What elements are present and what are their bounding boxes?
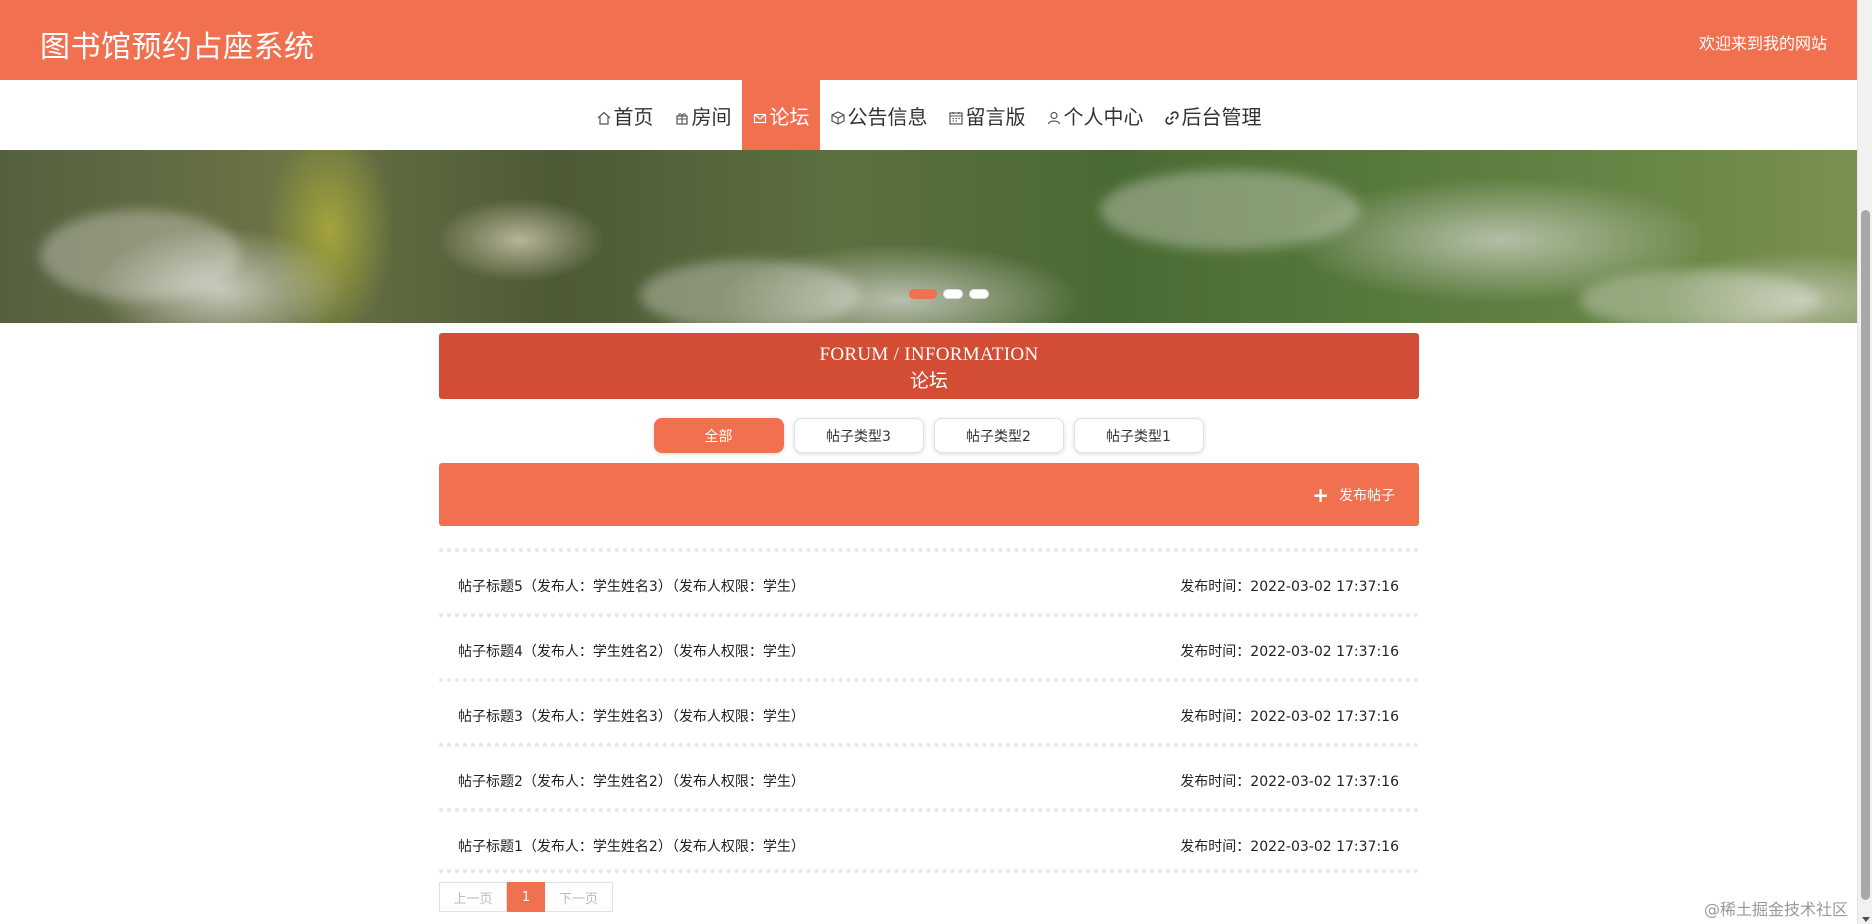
- link-icon: [1164, 107, 1180, 125]
- post-time: 发布时间：2022-03-02 17:37:16: [1180, 644, 1399, 660]
- post-time: 发布时间：2022-03-02 17:37:16: [1180, 579, 1399, 595]
- nav-item-admin[interactable]: 后台管理: [1154, 80, 1272, 150]
- nav-item-forum[interactable]: 论坛: [741, 80, 820, 150]
- nav-item-rooms[interactable]: 房间: [664, 80, 742, 150]
- publish-post-button[interactable]: + 发布帖子: [1312, 485, 1395, 505]
- post-time: 发布时间：2022-03-02 17:37:16: [1180, 709, 1399, 725]
- nav-item-label: 房间: [691, 104, 732, 129]
- plus-icon: +: [1312, 483, 1329, 507]
- pagination: 上一页 1 下一页: [439, 882, 613, 912]
- nav-item-label: 首页: [613, 104, 654, 129]
- main-nav: 首页 房间 论坛 公告信息 留言版 个人中心 后台管理: [0, 80, 1857, 150]
- top-header: 图书馆预约占座系统 欢迎来到我的网站: [0, 0, 1857, 80]
- user-icon: [1046, 107, 1062, 125]
- page-number-button[interactable]: 1: [507, 882, 545, 912]
- list-item[interactable]: 帖子标题2（发布人：学生姓名2）（发布人权限：学生） 发布时间：2022-03-…: [439, 743, 1419, 808]
- section-title-en: FORUM / INFORMATION: [819, 344, 1039, 365]
- next-page-button[interactable]: 下一页: [545, 882, 613, 912]
- list-item[interactable]: 帖子标题1（发布人：学生姓名2）（发布人权限：学生） 发布时间：2022-03-…: [439, 808, 1419, 873]
- scrollbar-thumb[interactable]: [1861, 210, 1870, 900]
- post-title[interactable]: 帖子标题4（发布人：学生姓名2）（发布人权限：学生）: [458, 641, 805, 661]
- nav-item-home[interactable]: 首页: [586, 80, 664, 150]
- post-time: 发布时间：2022-03-02 17:37:16: [1180, 774, 1399, 790]
- list-item[interactable]: 帖子标题3（发布人：学生姓名3）（发布人权限：学生） 发布时间：2022-03-…: [439, 678, 1419, 743]
- nav-item-label: 后台管理: [1181, 104, 1262, 129]
- category-filters: 全部 帖子类型3 帖子类型2 帖子类型1: [0, 418, 1857, 453]
- banner-carousel: [0, 150, 1857, 323]
- site-title: 图书馆预约占座系统: [40, 30, 315, 65]
- post-title[interactable]: 帖子标题1（发布人：学生姓名2）（发布人权限：学生）: [458, 836, 805, 856]
- watermark: @稀土掘金技术社区: [1703, 900, 1848, 919]
- nav-item-label: 论坛: [769, 104, 810, 129]
- carousel-dot[interactable]: [908, 289, 937, 299]
- post-title[interactable]: 帖子标题3（发布人：学生姓名3）（发布人权限：学生）: [458, 706, 805, 726]
- mail-icon: [752, 107, 768, 124]
- filter-type-3[interactable]: 帖子类型3: [793, 418, 924, 453]
- filter-type-2[interactable]: 帖子类型2: [933, 418, 1064, 453]
- vertical-scrollbar[interactable]: [1857, 0, 1872, 924]
- carousel-dot[interactable]: [942, 289, 963, 299]
- nav-item-label: 个人中心: [1063, 104, 1144, 129]
- post-title[interactable]: 帖子标题2（发布人：学生姓名2）（发布人权限：学生）: [458, 771, 805, 791]
- scroll-down-arrow-icon[interactable]: [1861, 917, 1870, 922]
- gift-icon: [674, 107, 690, 125]
- list-item[interactable]: 帖子标题4（发布人：学生姓名2）（发布人权限：学生） 发布时间：2022-03-…: [439, 613, 1419, 678]
- post-toolbar: + 发布帖子: [439, 463, 1419, 526]
- nav-item-label: 留言版: [965, 104, 1026, 129]
- nav-item-personal-center[interactable]: 个人中心: [1036, 80, 1154, 150]
- post-title[interactable]: 帖子标题5（发布人：学生姓名3）（发布人权限：学生）: [458, 576, 805, 596]
- page: 图书馆预约占座系统 欢迎来到我的网站 首页 房间 论坛 公告信息 留言版 个人中…: [0, 0, 1857, 924]
- post-list: 帖子标题5（发布人：学生姓名3）（发布人权限：学生） 发布时间：2022-03-…: [439, 548, 1419, 873]
- nav-item-announcements[interactable]: 公告信息: [820, 80, 938, 150]
- list-item[interactable]: 帖子标题5（发布人：学生姓名3）（发布人权限：学生） 发布时间：2022-03-…: [439, 548, 1419, 613]
- post-time: 发布时间：2022-03-02 17:37:16: [1180, 839, 1399, 855]
- section-title-cn: 论坛: [909, 370, 948, 392]
- nav-item-message-board[interactable]: 留言版: [938, 80, 1036, 150]
- home-icon: [596, 107, 612, 125]
- calendar-icon: [948, 107, 964, 125]
- welcome-text: 欢迎来到我的网站: [1698, 34, 1827, 53]
- carousel-indicators: [0, 289, 1857, 299]
- cube-icon: [830, 107, 846, 125]
- prev-page-button[interactable]: 上一页: [439, 882, 507, 912]
- publish-post-label: 发布帖子: [1339, 488, 1395, 504]
- filter-all[interactable]: 全部: [653, 418, 784, 453]
- nav-item-label: 公告信息: [847, 104, 928, 129]
- carousel-dot[interactable]: [968, 289, 989, 299]
- filter-type-1[interactable]: 帖子类型1: [1073, 418, 1204, 453]
- section-title: FORUM / INFORMATION 论坛: [439, 333, 1419, 399]
